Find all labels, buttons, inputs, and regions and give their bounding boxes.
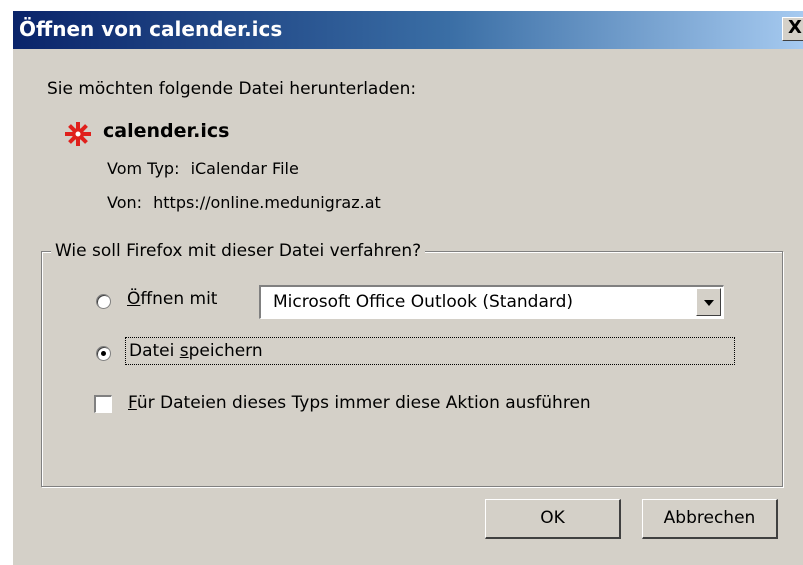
download-dialog: Öffnen von calender.ics X Sie möchten fo… xyxy=(12,10,803,565)
save-file-label-pre: Datei xyxy=(129,341,180,361)
save-file-accel: s xyxy=(179,341,189,361)
file-source-value: https://online.medunigraz.at xyxy=(153,193,381,212)
always-do-this-checkbox[interactable] xyxy=(94,395,112,413)
action-group-legend: Wie soll Firefox mit dieser Datei verfah… xyxy=(51,241,426,261)
always-do-this-label[interactable]: Für Dateien dieses Typs immer diese Akti… xyxy=(128,393,591,413)
save-file-radio[interactable] xyxy=(96,346,111,361)
open-with-accel: Ö xyxy=(127,289,141,309)
cancel-button[interactable]: Abbrechen xyxy=(642,499,778,539)
chevron-down-icon[interactable] xyxy=(696,288,721,316)
open-with-radio[interactable] xyxy=(96,294,111,309)
title-bar[interactable]: Öffnen von calender.ics X xyxy=(13,11,803,49)
file-name: calender.ics xyxy=(103,120,230,142)
ok-button[interactable]: OK xyxy=(485,499,621,539)
always-accel: F xyxy=(128,393,137,413)
open-with-app-value: Microsoft Office Outlook (Standard) xyxy=(273,292,573,312)
file-source-label: Von: xyxy=(107,193,143,212)
file-type-row: Vom Typ: iCalendar File xyxy=(107,159,299,178)
save-file-label-text: peichern xyxy=(188,341,263,361)
save-file-label[interactable]: Datei speichern xyxy=(125,337,735,365)
file-source-row: Von: https://online.medunigraz.at xyxy=(107,193,381,212)
ical-file-icon xyxy=(65,122,91,146)
open-with-label[interactable]: Öffnen mit xyxy=(127,289,217,309)
download-prompt: Sie möchten folgende Datei herunterladen… xyxy=(47,79,417,99)
close-button[interactable]: X xyxy=(782,17,803,41)
file-type-label: Vom Typ: xyxy=(107,159,180,178)
window-title: Öffnen von calender.ics xyxy=(19,17,283,41)
open-with-label-text: ffnen mit xyxy=(140,289,218,309)
open-with-app-select[interactable]: Microsoft Office Outlook (Standard) xyxy=(259,285,724,319)
always-label-text: ür Dateien dieses Typs immer diese Aktio… xyxy=(136,393,591,413)
file-type-value: iCalendar File xyxy=(190,159,299,178)
